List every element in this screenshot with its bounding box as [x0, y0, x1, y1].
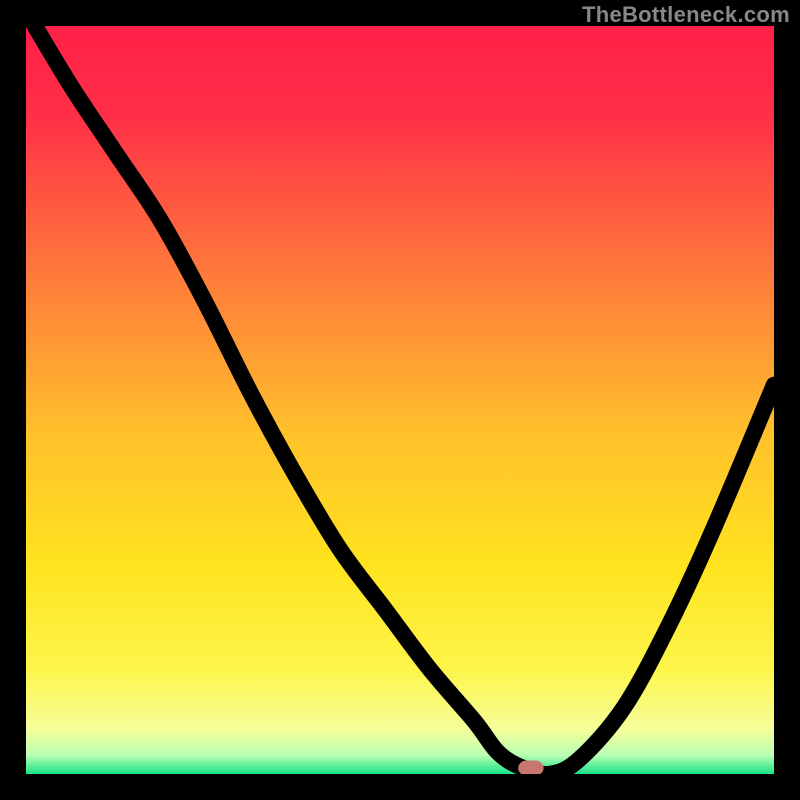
watermark-text: TheBottleneck.com	[582, 2, 790, 28]
bottleneck-plot	[26, 26, 774, 774]
chart-frame: TheBottleneck.com	[0, 0, 800, 800]
gradient-background	[26, 26, 774, 774]
optimal-marker	[518, 761, 543, 774]
